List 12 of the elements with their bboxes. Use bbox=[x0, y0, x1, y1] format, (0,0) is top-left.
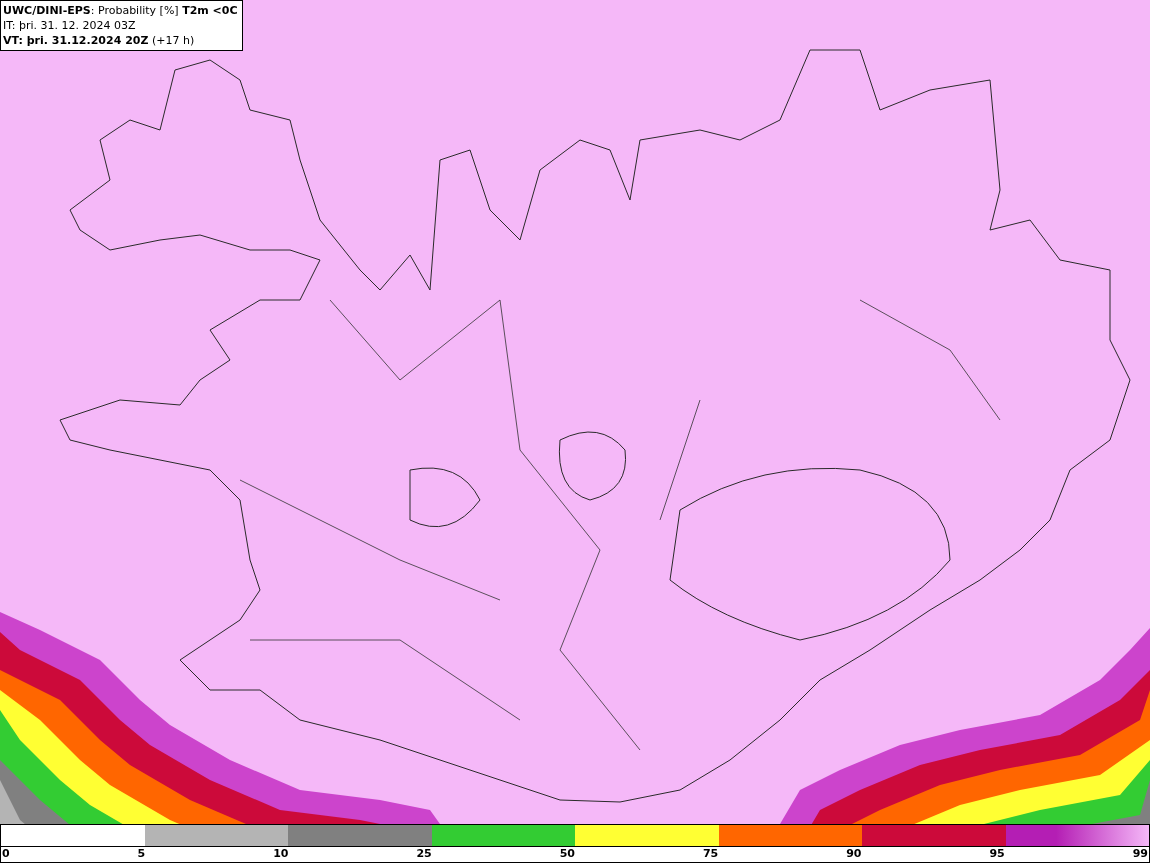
title-line: IT: þri. 31. 12. 2024 03Z bbox=[3, 18, 137, 33]
legend-label: 50 bbox=[559, 846, 575, 861]
legend-label: 0 bbox=[2, 846, 10, 861]
legend-label: 95 bbox=[989, 846, 1005, 861]
legend-label: 99 bbox=[1132, 846, 1148, 861]
title-line: UWC/DINI-EPS: Probability [%] T2m <0C bbox=[3, 3, 238, 18]
title-line: VT: þri. 31.12.2024 20Z (+17 h) bbox=[3, 33, 196, 48]
legend-label: 90 bbox=[846, 846, 862, 861]
legend-label: 75 bbox=[702, 846, 719, 861]
legend-label: 5 bbox=[137, 846, 146, 861]
legend-label: 10 bbox=[273, 846, 289, 861]
legend-label: 25 bbox=[416, 846, 432, 861]
